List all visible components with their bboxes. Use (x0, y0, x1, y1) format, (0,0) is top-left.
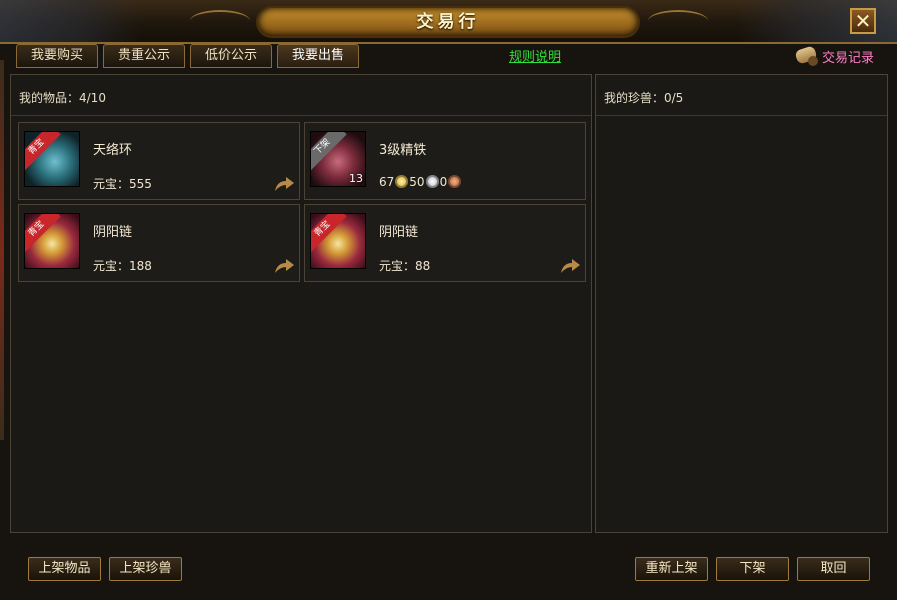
trade-window: 交易行 ✕ 我要购买 贵重公示 低价公示 我要出售 规则说明 交易记录 我的物品… (0, 0, 897, 600)
tab-sell[interactable]: 我要出售 (277, 44, 359, 68)
title-bar: 交易行 ✕ (0, 0, 897, 44)
close-button[interactable]: ✕ (850, 8, 876, 34)
item-price: 元宝：88 (379, 259, 431, 273)
item-slot[interactable]: 青宝 阴阳链 元宝：88 (304, 204, 586, 282)
badge-ribbon: 下架 (311, 132, 347, 172)
badge-ribbon: 青宝 (311, 214, 347, 254)
items-panel-header: 我的物品：4/10 (11, 75, 591, 116)
badge-ribbon: 青宝 (25, 132, 61, 172)
left-edge-decoration (0, 60, 4, 440)
copper-coin-icon (448, 175, 462, 188)
list-item-button[interactable]: 上架物品 (28, 557, 101, 581)
gold-amount: 67 (379, 175, 395, 189)
item-name: 天络环 (93, 143, 133, 158)
trade-records-label: 交易记录 (822, 51, 875, 66)
item-name: 阴阳链 (379, 225, 419, 240)
item-quantity: 13 (349, 172, 363, 185)
items-count: 我的物品：4/10 (19, 91, 106, 105)
relist-button[interactable]: 重新上架 (635, 557, 708, 581)
badge-ribbon: 青宝 (25, 214, 61, 254)
silver-amount: 50 (409, 175, 425, 189)
share-arrow-icon[interactable] (273, 257, 295, 275)
gold-coin-icon (395, 175, 409, 188)
item-slot[interactable]: 青宝 阴阳链 元宝：188 (18, 204, 300, 282)
title-ornament-right (648, 10, 708, 32)
item-coin-price: 67 50 0 (379, 175, 462, 189)
price-value: 555 (129, 177, 152, 191)
tab-valuable-notice[interactable]: 贵重公示 (103, 44, 185, 68)
tab-lowprice-notice[interactable]: 低价公示 (190, 44, 272, 68)
title-ornament-left (190, 10, 250, 32)
silver-coin-icon (425, 175, 439, 188)
share-arrow-icon[interactable] (273, 175, 295, 193)
chain-icon: 青宝 (310, 213, 366, 269)
delist-button[interactable]: 下架 (716, 557, 789, 581)
list-pet-button[interactable]: 上架珍兽 (109, 557, 182, 581)
chain-icon: 青宝 (24, 213, 80, 269)
pets-count: 我的珍兽：0/5 (604, 91, 684, 105)
rules-link[interactable]: 规则说明 (509, 46, 561, 65)
price-value: 88 (415, 259, 431, 273)
price-value: 188 (129, 259, 152, 273)
tab-buy[interactable]: 我要购买 (16, 44, 98, 68)
pets-panel-header: 我的珍兽：0/5 (596, 75, 887, 116)
item-slot[interactable]: 青宝 天络环 元宝：555 (18, 122, 300, 200)
item-slot[interactable]: 下架 13 3级精铁 67 50 0 (304, 122, 586, 200)
share-arrow-icon[interactable] (559, 257, 581, 275)
ring-icon: 青宝 (24, 131, 80, 187)
copper-amount: 0 (439, 175, 448, 189)
iron-ore-icon: 下架 13 (310, 131, 366, 187)
pets-panel: 我的珍兽：0/5 (595, 74, 888, 533)
item-price: 元宝：555 (93, 177, 152, 191)
title-bar-left-decoration (0, 0, 140, 42)
title-plate: 交易行 (258, 8, 638, 36)
window-title: 交易行 (416, 12, 480, 32)
retrieve-button[interactable]: 取回 (797, 557, 870, 581)
scroll-icon (794, 44, 820, 68)
item-name: 3级精铁 (379, 143, 427, 158)
item-price: 元宝：188 (93, 259, 152, 273)
item-name: 阴阳链 (93, 225, 133, 240)
items-panel: 我的物品：4/10 青宝 天络环 元宝：555 下架 13 3级精铁 67 50 0 (10, 74, 592, 533)
